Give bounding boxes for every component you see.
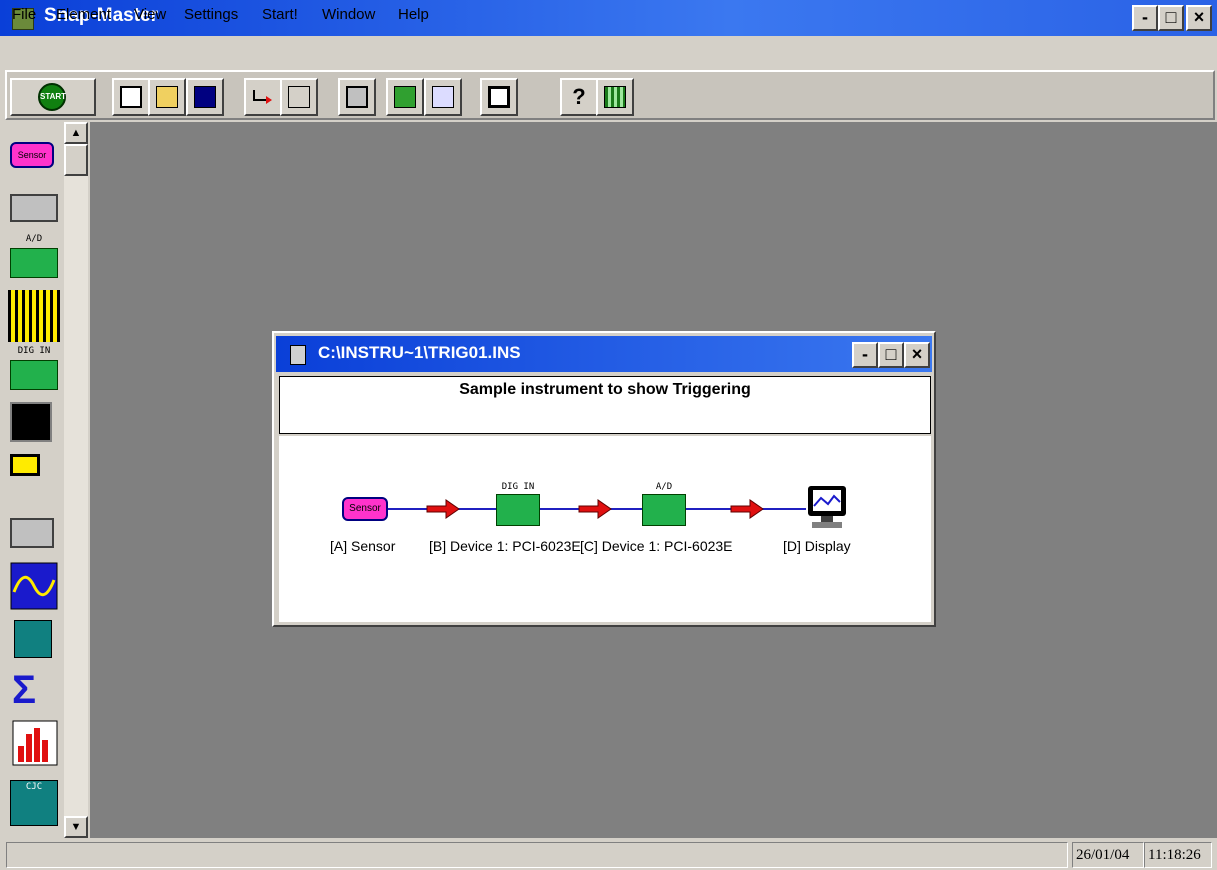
menu-element[interactable]: Element (56, 6, 111, 23)
label-button[interactable] (280, 78, 318, 116)
flow-arrow-icon (730, 499, 764, 519)
hardware-config-icon (394, 86, 416, 108)
minimize-button[interactable]: - (1132, 5, 1158, 31)
window-button[interactable] (480, 78, 518, 116)
save-button[interactable] (186, 78, 224, 116)
palette-output[interactable] (8, 448, 60, 492)
help-icon: ? (572, 84, 586, 109)
open-folder-icon (156, 86, 178, 108)
maximize-button[interactable]: □ (1158, 5, 1184, 31)
menu-help[interactable]: Help (398, 6, 429, 23)
sensor-icon: Sensor (10, 142, 54, 168)
doc-minimize-button[interactable]: - (852, 342, 878, 368)
palette-signal-generator[interactable] (8, 500, 60, 554)
palette-a-d[interactable]: A/D (8, 234, 60, 278)
element-icon (346, 86, 368, 108)
sensor-node-icon[interactable]: Sensor (342, 497, 388, 521)
palette-histogram[interactable] (8, 720, 60, 770)
dig-in-card-node-icon[interactable] (496, 494, 540, 526)
close-button[interactable]: × (1186, 5, 1212, 31)
element-button[interactable] (338, 78, 376, 116)
a-d-card-node-icon[interactable] (642, 494, 686, 526)
menu-file[interactable]: File (12, 6, 36, 23)
dig-in-node-label: DIG IN (501, 482, 535, 492)
palette-sigma[interactable]: Σ (8, 668, 60, 712)
title-bar (0, 0, 1217, 36)
menu-start[interactable]: Start! (262, 6, 298, 23)
status-date: 26/01/04 (1072, 842, 1144, 868)
scroll-up-button[interactable]: ▲ (64, 122, 88, 144)
palette-math[interactable] (8, 562, 60, 612)
cjc-label: CJC (25, 782, 43, 792)
node-label-device-c: [C] Device 1: PCI-6023E (580, 538, 733, 554)
display-settings-button[interactable] (424, 78, 462, 116)
filter-icon (14, 620, 52, 658)
sigma-icon: Σ (12, 668, 37, 712)
menu-view[interactable]: View (134, 6, 166, 23)
document-icon[interactable] (290, 345, 306, 365)
node-label-display: [D] Display (783, 538, 851, 554)
doc-close-button[interactable]: × (904, 342, 930, 368)
status-time: 11:18:26 (1144, 842, 1212, 868)
a-d-node-label: A/D (655, 482, 673, 492)
flow-arrow-icon (578, 499, 612, 519)
start-button[interactable]: START (10, 78, 96, 116)
new-instrument-icon (120, 86, 142, 108)
dig-in-label: DIG IN (17, 346, 51, 356)
label-icon (288, 86, 310, 108)
window-icon (488, 86, 510, 108)
menu-settings[interactable]: Settings (184, 6, 238, 23)
signal-generator-icon (10, 518, 54, 548)
open-button[interactable] (148, 78, 186, 116)
new-button[interactable] (112, 78, 150, 116)
scroll-down-button[interactable]: ▼ (64, 816, 88, 838)
instrument-icon (10, 194, 58, 222)
status-message (6, 842, 1068, 868)
palette-barcode[interactable] (8, 290, 60, 342)
display-monitor-icon[interactable] (806, 484, 848, 532)
node-label-device-b: [B] Device 1: PCI-6023E (429, 538, 581, 554)
node-label-sensor: [A] Sensor (330, 538, 396, 554)
document-title: C:\INSTRU~1\TRIG01.INS (318, 343, 521, 362)
menu-bar (0, 36, 1217, 66)
palette-disk-reader[interactable] (8, 400, 60, 444)
instrument-description: Sample instrument to show Triggering (459, 381, 751, 398)
palette-scrollbar[interactable] (64, 122, 88, 838)
palette-instrument[interactable] (8, 188, 60, 232)
palette-sensor[interactable]: Sensor (8, 136, 60, 180)
dig-in-card-icon (10, 360, 58, 390)
hardware-config-button[interactable] (386, 78, 424, 116)
connect-icon (253, 90, 272, 104)
grid-icon (604, 86, 626, 108)
a-d-card-icon (10, 248, 58, 278)
disk-reader-icon (10, 402, 52, 442)
help-button[interactable]: ? (560, 78, 598, 116)
a-d-label: A/D (25, 234, 43, 244)
display-settings-icon (432, 86, 454, 108)
flow-arrow-icon (426, 499, 460, 519)
palette-filter[interactable] (8, 616, 60, 660)
output-icon (10, 454, 40, 476)
grid-button[interactable] (596, 78, 634, 116)
start-icon: START (38, 83, 66, 111)
math-wave-icon (10, 562, 58, 610)
doc-maximize-button[interactable]: □ (878, 342, 904, 368)
palette-dig-in[interactable]: DIG IN (8, 346, 60, 390)
connect-button[interactable] (244, 78, 282, 116)
palette-cjc[interactable]: CJC (8, 780, 60, 830)
menu-window[interactable]: Window (322, 6, 375, 23)
histogram-icon (12, 720, 58, 766)
barcode-icon (8, 290, 60, 342)
scroll-thumb[interactable] (64, 144, 88, 176)
save-disk-icon (194, 86, 216, 108)
